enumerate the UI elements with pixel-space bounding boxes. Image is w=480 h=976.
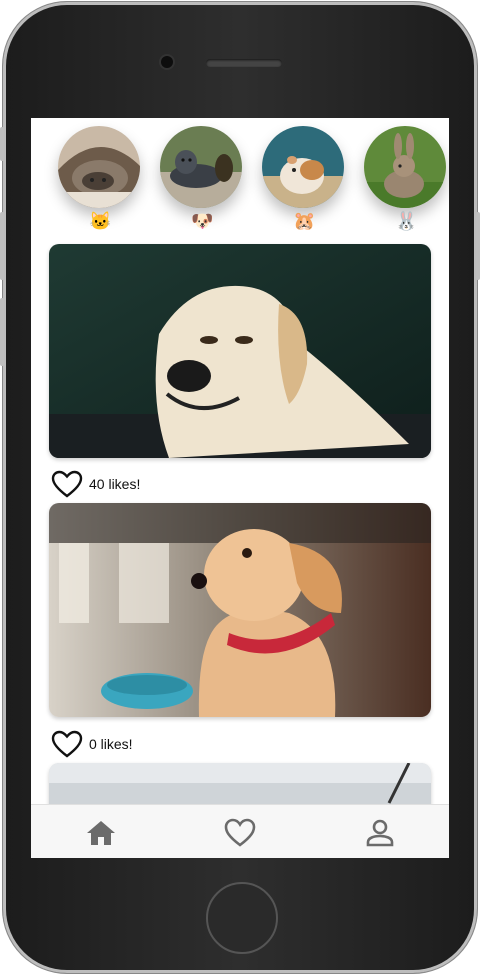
heart-icon[interactable]	[51, 470, 83, 498]
front-camera	[161, 56, 173, 68]
home-button[interactable]	[206, 882, 278, 954]
story-avatar[interactable]	[58, 126, 140, 208]
story-rabbit[interactable]: 🐰	[364, 126, 446, 238]
story-cat[interactable]: 🐱	[58, 126, 140, 238]
story-emoji: 🐱	[89, 211, 112, 231]
app-screen: 🐱 🐶 🐹 🐰 40 likes! 0 likes!	[31, 118, 449, 858]
story-avatar[interactable]	[262, 126, 344, 208]
story-emoji: 🐹	[293, 211, 316, 231]
story-avatar[interactable]	[160, 126, 242, 208]
nav-favorites[interactable]	[224, 817, 256, 849]
likes-count: 0 likes!	[89, 736, 133, 752]
post-image-puppy[interactable]	[49, 503, 431, 717]
volume-up-button	[0, 212, 4, 280]
story-emoji: 🐰	[395, 211, 418, 231]
story-hamster[interactable]: 🐹	[262, 126, 344, 238]
story-dog[interactable]: 🐶	[160, 126, 242, 238]
nav-profile[interactable]	[364, 817, 396, 849]
volume-down-button	[0, 298, 4, 366]
like-row: 40 likes!	[51, 468, 140, 500]
heart-icon[interactable]	[51, 730, 83, 758]
likes-count: 40 likes!	[89, 476, 141, 492]
post-image-labrador[interactable]	[49, 244, 431, 458]
story-avatar[interactable]	[364, 126, 446, 208]
speaker-grille	[206, 59, 282, 67]
stories-bar: 🐱 🐶 🐹 🐰	[31, 126, 449, 238]
mute-switch	[0, 127, 4, 161]
like-row: 0 likes!	[51, 728, 133, 760]
profile-icon	[366, 819, 394, 847]
bottom-navigation	[31, 804, 449, 858]
power-button	[476, 212, 480, 280]
story-emoji: 🐶	[191, 211, 214, 231]
home-icon	[87, 821, 115, 845]
nav-home[interactable]	[85, 817, 117, 849]
heart-icon	[224, 818, 256, 847]
